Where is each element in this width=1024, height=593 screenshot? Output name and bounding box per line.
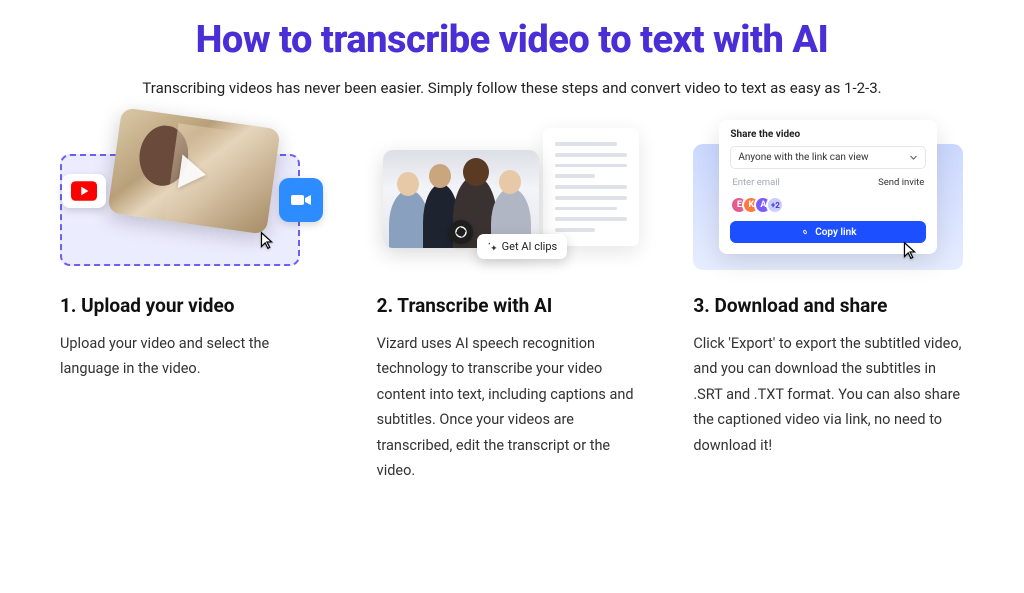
step-body-3: Click 'Export' to export the subtitled v…	[693, 331, 964, 458]
avatar-overflow: +2	[766, 196, 784, 214]
openai-icon	[449, 220, 473, 244]
page-subtitle: Transcribing videos has never been easie…	[132, 76, 892, 100]
chevron-down-icon	[909, 153, 918, 162]
get-ai-clips-chip: Get AI clips	[477, 234, 568, 259]
youtube-icon	[62, 174, 106, 208]
cursor-icon	[899, 240, 921, 262]
illustration-share: Share the video Anyone with the link can…	[693, 116, 964, 276]
share-panel: Share the video Anyone with the link can…	[719, 120, 937, 254]
steps-row: 1. Upload your video Upload your video a…	[60, 116, 964, 483]
share-permission-select: Anyone with the link can view	[730, 146, 926, 169]
sparkle-icon	[487, 241, 498, 252]
copy-link-label: Copy link	[815, 227, 856, 238]
step-body-1: Upload your video and select the languag…	[60, 331, 331, 382]
transcript-document	[543, 128, 639, 246]
page-title: How to transcribe video to text with AI	[60, 18, 964, 62]
step-title-2: 2. Transcribe with AI	[377, 294, 648, 317]
step-share: Share the video Anyone with the link can…	[693, 116, 964, 483]
cursor-icon	[256, 230, 278, 252]
illustration-upload	[60, 116, 331, 276]
copy-link-button: Copy link	[730, 221, 926, 243]
share-panel-title: Share the video	[730, 129, 926, 140]
step-title-3: 3. Download and share	[693, 294, 964, 317]
link-icon	[800, 227, 810, 237]
illustration-transcribe: Get AI clips	[377, 116, 648, 276]
step-transcribe: Get AI clips 2. Transcribe with AI Vizar…	[377, 116, 648, 483]
zoom-icon	[279, 178, 323, 222]
step-upload: 1. Upload your video Upload your video a…	[60, 116, 331, 483]
share-avatars: E K A +2	[730, 196, 926, 214]
get-ai-clips-label: Get AI clips	[502, 240, 558, 253]
play-icon	[178, 154, 208, 191]
step-body-2: Vizard uses AI speech recognition techno…	[377, 331, 648, 483]
share-email-placeholder: Enter email	[732, 177, 780, 188]
step-title-1: 1. Upload your video	[60, 294, 331, 317]
share-permission-value: Anyone with the link can view	[738, 152, 868, 163]
send-invite-label: Send invite	[878, 177, 924, 188]
